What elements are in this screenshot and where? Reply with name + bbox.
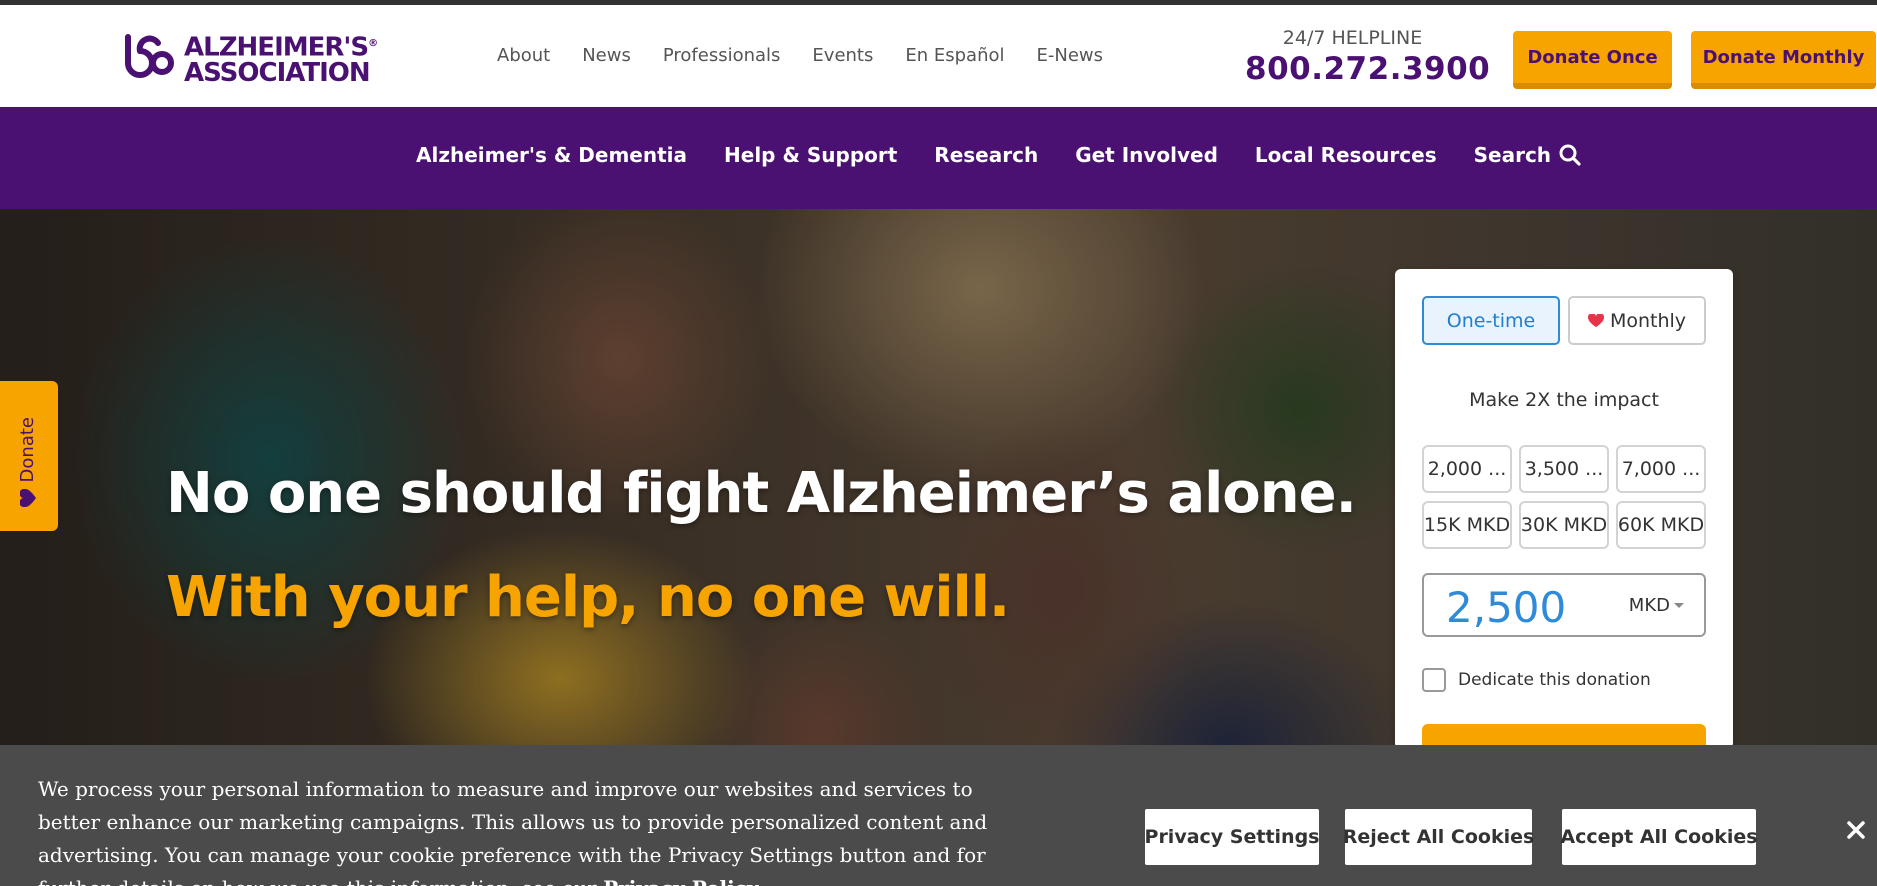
side-donate-label: Donate	[17, 417, 38, 483]
util-nav-e-news[interactable]: E-News	[1037, 45, 1104, 66]
helpline-label: 24/7 HELPLINE	[1282, 27, 1423, 49]
reject-all-cookies-button[interactable]: Reject All Cookies	[1343, 809, 1534, 865]
side-donate-tab[interactable]: Donate	[0, 381, 58, 531]
main-nav-help-support[interactable]: Help & Support	[724, 143, 897, 167]
util-nav-professionals[interactable]: Professionals	[663, 45, 781, 66]
helpline-number[interactable]: 800.272.3900	[1245, 51, 1490, 87]
logo-reg: ®	[368, 38, 379, 49]
amount-input[interactable]: 2,500 MKD	[1422, 573, 1706, 637]
amount-option[interactable]: 30K MKD	[1519, 501, 1609, 549]
donate-monthly-button[interactable]: Donate Monthly	[1691, 31, 1876, 89]
search-icon	[1559, 144, 1581, 166]
heart-icon	[1588, 313, 1604, 327]
amount-option[interactable]: 2,000 ...	[1422, 445, 1512, 493]
amount-option[interactable]: 15K MKD	[1422, 501, 1512, 549]
one-time-button[interactable]: One-time	[1422, 296, 1560, 345]
logo-mark-icon	[125, 34, 174, 78]
privacy-policy-link[interactable]: Privacy Policy	[603, 876, 758, 886]
dedicate-option[interactable]: Dedicate this donation	[1422, 668, 1651, 692]
donate-once-button[interactable]: Donate Once	[1513, 31, 1672, 89]
util-nav-en-espanol[interactable]: En Español	[905, 45, 1004, 66]
alzheimers-association-logo[interactable]: ALZHEIMER'S® ASSOCIATION	[122, 29, 382, 89]
logo-text: ALZHEIMER'S® ASSOCIATION	[184, 31, 378, 86]
util-nav-news[interactable]: News	[582, 45, 631, 66]
amount-option[interactable]: 3,500 ...	[1519, 445, 1609, 493]
dedicate-label: Dedicate this donation	[1458, 670, 1651, 690]
helpline: 24/7 HELPLINE 800.272.3900	[1245, 27, 1490, 87]
monthly-button[interactable]: Monthly	[1568, 296, 1706, 345]
site-header: ALZHEIMER'S® ASSOCIATION About News Prof…	[0, 5, 1877, 107]
dedicate-checkbox[interactable]	[1422, 668, 1446, 692]
currency-select[interactable]: MKD	[1629, 595, 1684, 616]
heart-icon	[20, 489, 36, 507]
util-nav-about[interactable]: About	[497, 45, 550, 66]
cookie-banner: We process your personal information to …	[0, 745, 1877, 886]
impact-text: Make 2X the impact	[1469, 389, 1659, 411]
hero-title: No one should fight Alzheimer’s alone.	[166, 461, 1357, 526]
caret-down-icon	[1674, 603, 1684, 608]
main-nav-alzheimers-dementia[interactable]: Alzheimer's & Dementia	[416, 143, 687, 167]
privacy-settings-button[interactable]: Privacy Settings	[1145, 809, 1319, 865]
util-nav-events[interactable]: Events	[812, 45, 873, 66]
amount-options: 2,000 ... 3,500 ... 7,000 ... 15K MKD 30…	[1422, 445, 1706, 549]
amount-option[interactable]: 60K MKD	[1616, 501, 1706, 549]
cookie-message: We process your personal information to …	[38, 777, 988, 886]
currency-label: MKD	[1628, 595, 1670, 616]
hero-subtitle: With your help, no one will.	[166, 565, 1010, 630]
donation-widget: One-time Monthly Make 2X the impact 2,00…	[1395, 269, 1733, 764]
main-nav-search-label: Search	[1473, 143, 1552, 167]
amount-option[interactable]: 7,000 ...	[1616, 445, 1706, 493]
utility-nav: About News Professionals Events En Españ…	[497, 45, 1135, 66]
accept-all-cookies-button[interactable]: Accept All Cookies	[1560, 809, 1758, 865]
monthly-label: Monthly	[1609, 309, 1687, 332]
close-icon[interactable]	[1845, 819, 1867, 841]
main-nav: Alzheimer's & Dementia Help & Support Re…	[0, 107, 1877, 209]
cookie-text: We process your personal information to …	[38, 773, 1038, 886]
main-nav-search[interactable]: Search	[1474, 143, 1581, 167]
main-nav-local-resources[interactable]: Local Resources	[1255, 143, 1437, 167]
amount-value: 2,500	[1446, 583, 1567, 632]
main-nav-get-involved[interactable]: Get Involved	[1075, 143, 1218, 167]
main-nav-research[interactable]: Research	[934, 143, 1038, 167]
logo-line2: ASSOCIATION	[184, 57, 371, 88]
